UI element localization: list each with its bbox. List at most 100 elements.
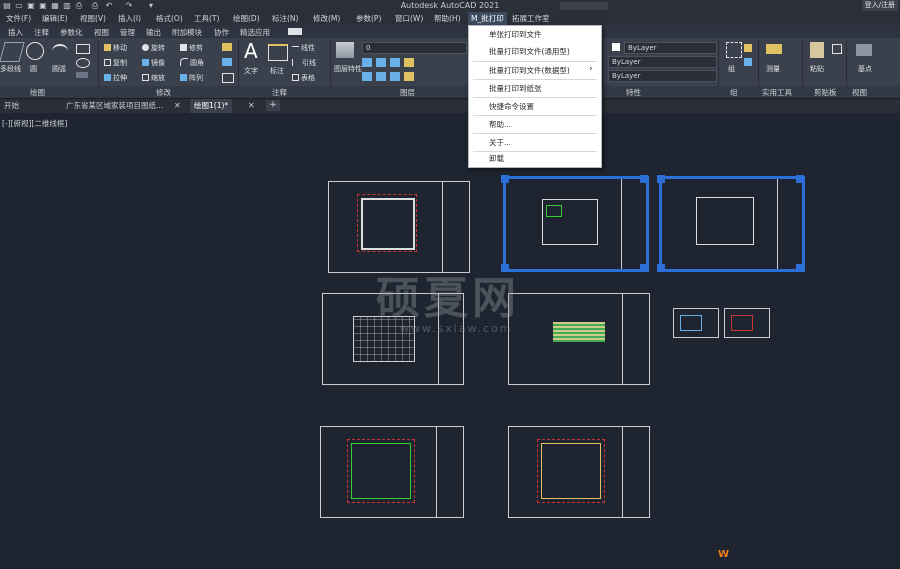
drawing-sheet[interactable] <box>320 426 464 518</box>
arc-button[interactable]: 圆弧 <box>52 64 66 74</box>
tab-collaborate[interactable]: 协作 <box>214 27 229 38</box>
ellipse-icon[interactable] <box>76 58 90 68</box>
layer-tool-icon-7[interactable] <box>390 72 400 81</box>
menu-item-shortcut-settings[interactable]: 快捷命令设置 <box>469 98 601 115</box>
linear-button[interactable]: 线性 <box>292 43 315 53</box>
text-button[interactable]: 文字 <box>244 66 258 76</box>
close-tab-icon[interactable]: ✕ <box>248 101 255 110</box>
hatch-icon[interactable] <box>76 72 88 78</box>
menu-expansion-studio[interactable]: 拓展工作室 <box>512 13 550 24</box>
panel-title-clipboard[interactable]: 剪贴板 <box>814 87 837 98</box>
layer-tool-icon-6[interactable] <box>376 72 386 81</box>
selection-grip[interactable] <box>501 175 509 183</box>
selection-grip[interactable] <box>640 264 648 272</box>
selection-grip[interactable] <box>640 175 648 183</box>
menu-format[interactable]: 格式(O) <box>156 13 183 24</box>
fillet-button[interactable]: 圆角 <box>180 58 204 68</box>
tab-addins[interactable]: 附加模块 <box>172 27 202 38</box>
panel-title-view[interactable]: 视图 <box>852 87 867 98</box>
menu-item-uninstall[interactable]: 卸载 <box>469 150 601 167</box>
menu-window[interactable]: 窗口(W) <box>395 13 423 24</box>
ungroup-icon[interactable] <box>744 44 752 52</box>
panel-title-utilities[interactable]: 实用工具 <box>762 87 792 98</box>
menu-edit[interactable]: 编辑(E) <box>42 13 68 24</box>
drawing-sheet[interactable] <box>328 181 470 273</box>
panel-title-groups[interactable]: 组 <box>730 87 738 98</box>
rectangle-icon[interactable] <box>76 44 90 54</box>
doc-tab-drawing1[interactable]: 绘图1(1)* <box>190 99 233 113</box>
menu-batch-plot[interactable]: M_批打印 <box>468 12 507 25</box>
new-tab-icon[interactable]: + <box>266 100 280 111</box>
layer-tool-icon-5[interactable] <box>362 72 372 81</box>
menu-file[interactable]: 文件(F) <box>6 13 31 24</box>
leader-button[interactable]: 引线 <box>292 58 316 68</box>
layer-properties-button[interactable]: 图层特性 <box>334 64 362 74</box>
rotate-button[interactable]: 旋转 <box>142 43 165 53</box>
drawing-sheet-selected[interactable] <box>503 176 649 272</box>
tab-output[interactable]: 输出 <box>146 27 161 38</box>
erase-icon[interactable] <box>222 43 232 51</box>
panel-title-draw[interactable]: 绘图 <box>30 87 45 98</box>
color-combo[interactable]: ByLayer <box>624 42 717 54</box>
table-button[interactable]: 表格 <box>292 73 315 83</box>
tab-view[interactable]: 视图 <box>94 27 109 38</box>
tab-featured-apps[interactable]: 精选应用 <box>240 27 270 38</box>
array-button[interactable]: 阵列 <box>180 73 203 83</box>
panel-title-annotation[interactable]: 注释 <box>272 87 287 98</box>
doc-tab-project[interactable]: 广东省某区域家装项目图纸... <box>62 99 182 113</box>
drawing-sheet-small[interactable] <box>724 308 770 338</box>
close-tab-icon[interactable]: ✕ <box>174 101 181 110</box>
selection-grip[interactable] <box>796 175 804 183</box>
menu-help[interactable]: 帮助(H) <box>434 13 461 24</box>
selection-grip[interactable] <box>657 175 665 183</box>
selection-grip[interactable] <box>796 264 804 272</box>
scale-button[interactable]: 缩放 <box>142 73 165 83</box>
menu-item-about[interactable]: 关于... <box>469 134 601 151</box>
layer-tool-icon-1[interactable] <box>362 58 372 67</box>
base-point-button[interactable]: 基点 <box>858 64 872 74</box>
menu-item-single-plot-to-file[interactable]: 单张打印到文件 <box>469 26 601 43</box>
tab-parametric[interactable]: 参数化 <box>60 27 83 38</box>
panel-title-properties[interactable]: 特性 <box>626 87 641 98</box>
signin-button[interactable]: 登入/注册 <box>861 0 898 11</box>
menu-item-batch-plot-paper[interactable]: 批量打印到纸张 <box>469 80 601 97</box>
menu-modify[interactable]: 修改(M) <box>313 13 340 24</box>
group-edit-icon[interactable] <box>744 58 752 66</box>
paste-button[interactable]: 粘贴 <box>810 64 824 74</box>
tab-manage[interactable]: 管理 <box>120 27 135 38</box>
menu-item-batch-plot-data[interactable]: 批量打印到文件(数据型) <box>469 62 601 79</box>
move-button[interactable]: 移动 <box>104 43 127 53</box>
tab-insert[interactable]: 插入 <box>8 27 23 38</box>
trim-button[interactable]: 修剪 <box>180 43 203 53</box>
linetype-combo[interactable]: ByLayer <box>608 56 717 68</box>
copy-clip-icon[interactable] <box>832 44 842 54</box>
measure-button[interactable]: 测量 <box>766 64 780 74</box>
drawing-sheet[interactable] <box>508 426 650 518</box>
layer-combo[interactable]: 0 <box>362 42 467 54</box>
menu-item-help[interactable]: 帮助... <box>469 116 601 133</box>
offset-icon[interactable] <box>222 73 234 83</box>
polyline-button[interactable]: 多段线 <box>0 64 21 74</box>
menu-item-batch-plot-generic[interactable]: 批量打印到文件(通用型) <box>469 43 601 60</box>
selection-grip[interactable] <box>657 264 665 272</box>
drawing-sheet-small[interactable] <box>673 308 719 338</box>
layer-tool-icon-4[interactable] <box>404 58 414 67</box>
ribbon-toggle-icon[interactable] <box>288 28 302 35</box>
panel-title-modify[interactable]: 修改 <box>156 87 171 98</box>
layer-tool-icon-2[interactable] <box>376 58 386 67</box>
mirror-button[interactable]: 镜像 <box>142 58 165 68</box>
menu-view[interactable]: 视图(V) <box>80 13 106 24</box>
doc-tab-start[interactable]: 开始 <box>0 99 23 113</box>
group-button[interactable]: 组 <box>728 64 735 74</box>
circle-button[interactable]: 圆 <box>30 64 37 74</box>
drawing-sheet[interactable] <box>508 293 650 385</box>
menu-tools[interactable]: 工具(T) <box>194 13 219 24</box>
layer-tool-icon-8[interactable] <box>404 72 414 81</box>
tab-annotate[interactable]: 注释 <box>34 27 49 38</box>
menu-draw[interactable]: 绘图(D) <box>233 13 260 24</box>
lineweight-combo[interactable]: ByLayer <box>608 70 717 82</box>
menu-parametric[interactable]: 参数(P) <box>356 13 381 24</box>
drawing-sheet-selected[interactable] <box>659 176 805 272</box>
stretch-button[interactable]: 拉伸 <box>104 73 127 83</box>
menu-insert[interactable]: 插入(I) <box>118 13 141 24</box>
